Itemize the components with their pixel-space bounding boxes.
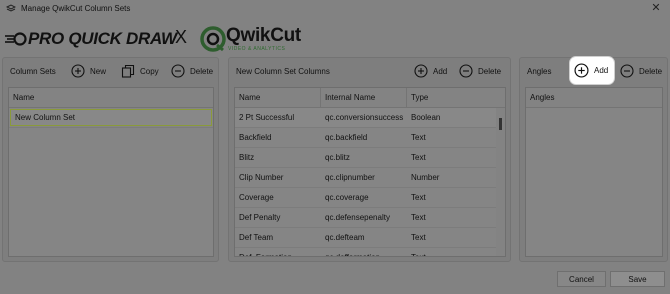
add-angle-button-content: Add	[574, 63, 608, 78]
table-row[interactable]: Def Penalty qc.defensepenalty Text	[235, 208, 505, 228]
column-name-cell: Def Penalty	[239, 213, 281, 222]
column-internal-name-cell: qc.blitz	[325, 153, 350, 162]
delete-column-set-button[interactable]: Delete	[171, 62, 213, 80]
column-internal-name-cell: qc.defensepenalty	[325, 213, 390, 222]
scrollbar-thumb[interactable]	[499, 118, 502, 130]
column-header-type[interactable]: Type	[407, 88, 498, 107]
column-name-cell: Def. Formation	[235, 248, 321, 256]
save-button[interactable]: Save	[610, 271, 665, 287]
angles-panel: Angles Delete Angles	[519, 57, 668, 262]
column-internal-name-cell: qc.defformation	[321, 248, 407, 256]
column-type-cell: Number	[411, 173, 440, 182]
window-title: Manage QwikCut Column Sets	[21, 4, 131, 13]
table-row[interactable]: Blitz qc.blitz Text	[235, 148, 505, 168]
angles-grid: Angles	[525, 87, 663, 257]
add-column-button[interactable]: Add	[414, 62, 447, 80]
angles-title: Angles	[527, 67, 552, 76]
column-internal-name-cell: qc.conversionsuccess	[321, 108, 407, 127]
column-type-cell: Text	[407, 248, 498, 256]
column-header-internal-name[interactable]: Internal Name	[321, 88, 407, 107]
minus-circle-icon	[459, 64, 473, 78]
minus-circle-icon	[171, 64, 185, 78]
column-sets-toolbar: Column Sets New Copy Delete	[3, 58, 218, 84]
column-type-cell: Boolean	[407, 108, 498, 127]
column-type-cell: Text	[411, 133, 426, 142]
angles-header: Angles	[526, 88, 662, 108]
plus-circle-icon	[414, 64, 428, 78]
column-name-cell: Blitz	[239, 153, 255, 162]
delete-column-label: Delete	[478, 66, 502, 76]
plus-circle-icon	[574, 63, 589, 78]
close-icon[interactable]: ✕	[650, 2, 662, 14]
app-icon	[6, 4, 16, 12]
copy-column-set-button[interactable]: Copy	[121, 62, 159, 80]
cancel-button[interactable]: Cancel	[557, 271, 606, 287]
minus-circle-icon	[620, 64, 634, 78]
table-row[interactable]: Clip Number qc.clipnumber Number	[235, 168, 505, 188]
add-angle-button[interactable]: Add	[570, 57, 614, 84]
new-column-set-button[interactable]: New	[71, 62, 106, 80]
column-name-cell: 2 Pt Successful	[235, 108, 321, 127]
add-angle-label: Add	[594, 66, 609, 75]
column-sets-panel: Column Sets New Copy Delete Name New Col…	[2, 57, 219, 262]
column-type-cell: Text	[411, 233, 426, 242]
column-internal-name-cell: qc.coverage	[325, 193, 369, 202]
column-sets-title: Column Sets	[10, 67, 56, 76]
column-type-cell: Text	[411, 193, 426, 202]
delete-angle-label: Delete	[639, 66, 663, 76]
columns-rows: 2 Pt Successful qc.conversionsuccess Boo…	[235, 108, 505, 256]
table-row[interactable]: Coverage qc.coverage Text	[235, 188, 505, 208]
column-name-cell: Def Team	[239, 233, 274, 242]
column-internal-name-cell: qc.backfield	[325, 133, 368, 142]
table-row[interactable]: Backfield qc.backfield Text	[235, 128, 505, 148]
qwikcut-logo-icon	[200, 26, 226, 52]
new-button-label: New	[90, 66, 107, 76]
column-sets-grid: Name New Column Set	[8, 87, 214, 257]
delete-column-button[interactable]: Delete	[459, 62, 501, 80]
delete-angle-button[interactable]: Delete	[620, 62, 662, 80]
manage-column-sets-dialog: Manage QwikCut Column Sets ✕ PRO QUICK D…	[0, 0, 670, 294]
columns-grid: Name Internal Name Type 2 Pt Successful …	[234, 87, 506, 257]
column-name-cell: Clip Number	[239, 173, 284, 182]
column-header-angles[interactable]: Angles	[526, 88, 662, 107]
qwikcut-logo-subtext: VIDEO & ANALYTICS	[228, 46, 286, 52]
table-row[interactable]: Def Team qc.defteam Text	[235, 228, 505, 248]
column-name-cell: Coverage	[239, 193, 274, 202]
add-column-label: Add	[433, 66, 448, 76]
column-type-cell: Text	[411, 153, 426, 162]
columns-panel: New Column Set Columns Add Delete Name I…	[228, 57, 511, 262]
qwikcut-logo-text: QwikCut	[226, 25, 301, 46]
logo-banner: PRO QUICK DRAW X QwikCut VIDEO & ANALYTI…	[0, 22, 310, 56]
title-bar: Manage QwikCut Column Sets ✕	[0, 0, 670, 18]
copy-button-label: Copy	[140, 66, 159, 76]
delete-button-label: Delete	[190, 66, 214, 76]
copy-icon	[121, 64, 135, 78]
table-row[interactable]: 2 Pt Successful qc.conversionsuccess Boo…	[235, 108, 505, 128]
column-internal-name-cell: qc.clipnumber	[325, 173, 375, 182]
column-sets-header: Name	[9, 88, 213, 108]
column-header-name[interactable]: Name	[235, 88, 321, 107]
column-name-cell: Backfield	[239, 133, 272, 142]
pro-quick-draw-logo-icon	[5, 32, 27, 46]
table-row[interactable]: Def. Formation qc.defformation Text	[235, 248, 505, 256]
columns-header: Name Internal Name Type	[235, 88, 505, 108]
columns-scrollbar[interactable]	[496, 108, 505, 256]
table-row[interactable]: New Column Set	[9, 108, 213, 128]
logo-separator: X	[175, 27, 188, 47]
plus-circle-icon	[71, 64, 85, 78]
column-header-name[interactable]: Name	[9, 88, 213, 107]
columns-toolbar: New Column Set Columns Add Delete	[229, 58, 510, 84]
column-internal-name-cell: qc.defteam	[325, 233, 365, 242]
pro-quick-draw-logo-text: PRO QUICK DRAW	[28, 29, 177, 48]
column-set-name-cell[interactable]: New Column Set	[10, 109, 212, 126]
columns-title: New Column Set Columns	[236, 67, 330, 76]
column-type-cell: Text	[411, 213, 426, 222]
